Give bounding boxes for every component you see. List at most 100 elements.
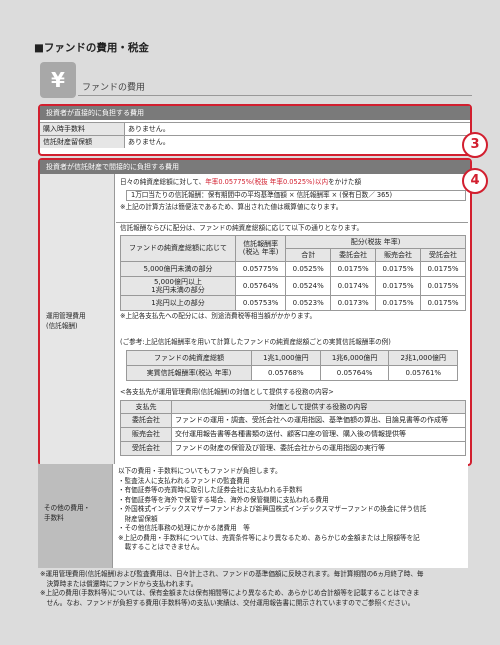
- table-row: 信託財産留保額 ありません。: [40, 135, 470, 148]
- services-block: <各支払先が運用管理費用(信託報酬)の対価として提供する役務の内容> 支払先 対…: [120, 388, 466, 456]
- cell: 0.0175%: [375, 294, 422, 311]
- fee-heading: ファンドの費用: [78, 80, 472, 96]
- direct-row-value: ありません。: [124, 135, 470, 148]
- th-alloc: 配分(税抜 年率): [285, 234, 466, 249]
- cell: 0.05775%: [234, 260, 287, 277]
- note-allocation: 信託報酬ならびに配分は、ファンドの純資産総額に応じて以下の通りとなります。: [120, 224, 364, 232]
- cell: 0.0175%: [420, 260, 466, 277]
- cell: 委託会社: [120, 412, 172, 428]
- fee-rate-red: 年率0.05775%(税抜 年率0.0525%)以内: [205, 178, 329, 186]
- other-fees-label-cell: その他の費用・ 手数料: [38, 464, 113, 568]
- table-row: 実質信託報酬率(税込 年率) 0.05768% 0.05764% 0.05761…: [126, 364, 459, 381]
- direct-cost-frame: 投資者が直接的に負担する費用 購入時手数料 ありません。 信託財産留保額 ありま…: [38, 104, 472, 156]
- other-line: ※上記の費用・手数料については、売買条件等により異なるため、あらかじめ金額または…: [118, 533, 420, 542]
- th-rate: 信託報酬率 (税込 年率): [234, 234, 287, 262]
- divider: [116, 222, 468, 223]
- cell: ファンドの純資産総額: [126, 349, 252, 366]
- footnote-line: ※上記の費用(手数料等)については、保有金額または保有期間等により異なるため、あ…: [40, 589, 420, 597]
- table-row: 購入時手数料 ありません。: [40, 122, 470, 136]
- table-row: 販売会社 交付運用報告書等各種書類の送付、顧客口座の管理、購入後の情報提供等: [120, 426, 466, 442]
- cell: 1兆1,000億円: [251, 349, 321, 366]
- fee-rate-line: 日々の純資産総額に対して、年率0.05775%(税抜 年率0.0525%)以内を…: [120, 178, 466, 188]
- section-title: ■ファンドの費用・税金: [34, 42, 149, 54]
- table-row: 5,000億円未満の部分 0.05775% 0.0525% 0.0175% 0.…: [120, 260, 466, 277]
- indirect-cost-header: 投資者が信託財産で間接的に負担する費用: [40, 160, 470, 174]
- badge-4: 4: [462, 168, 488, 194]
- th-col: 合計: [285, 247, 332, 262]
- cell: 0.0175%: [375, 260, 422, 277]
- cell: 販売会社: [120, 426, 172, 442]
- th-nav: ファンドの純資産総額に応じて: [120, 234, 236, 262]
- footnote-line: せん。なお、ファンドが負担する費用(手数料等)の支払い実績は、交付運用報告書に開…: [40, 598, 415, 607]
- table-row: 委託会社 ファンドの運用・調査、受託会社への運用指図、基準価額の算出、目論見書等…: [120, 412, 466, 428]
- cell: 5,000億円以上 1兆円未満の部分: [120, 275, 236, 296]
- trust-fee-label-cell: 運用管理費用 (信託報酬): [40, 174, 115, 464]
- cell: 受託会社: [120, 440, 172, 456]
- other-line: 載することはできません。: [118, 543, 204, 551]
- other-fees-label: その他の費用・ 手数料: [44, 504, 91, 522]
- direct-row-value: ありません。: [124, 122, 470, 136]
- other-line: ・有価証券等の売買時に取引した証券会社に支払われる手数料: [118, 486, 303, 494]
- reference-table: ファンドの純資産総額 1兆1,000億円 1兆6,000億円 2兆1,000億円…: [126, 349, 459, 381]
- cell: 0.0523%: [285, 294, 332, 311]
- cell: 0.0173%: [330, 294, 377, 311]
- direct-row-label: 信託財産留保額: [40, 135, 125, 148]
- badge-3: 3: [462, 132, 488, 158]
- allocation-block: 信託報酬ならびに配分は、ファンドの純資産総額に応じて以下の通りとなります。 ファ…: [120, 224, 466, 321]
- cell: 0.0175%: [375, 275, 422, 296]
- table-row: 5,000億円以上 1兆円未満の部分 0.05764% 0.0524% 0.01…: [120, 275, 466, 296]
- direct-cost-table: 購入時手数料 ありません。 信託財産留保額 ありません。: [40, 122, 470, 148]
- note-approx: ※上記の計算方法は簡便法であるため、算出された値は概算値になります。: [120, 203, 343, 211]
- cell: 0.0525%: [285, 260, 332, 277]
- cell: 0.0524%: [285, 275, 332, 296]
- th-col: 委託会社: [330, 247, 377, 262]
- footnote-line: 決算時または償還時にファンドから支払われます。: [40, 579, 198, 588]
- services-table: 支払先 対価として提供する役務の内容 委託会社 ファンドの運用・調査、受託会社へ…: [120, 399, 466, 456]
- cell: 0.05753%: [234, 294, 287, 311]
- cell: 0.0175%: [420, 294, 466, 311]
- cell: 0.05768%: [251, 364, 321, 381]
- other-line: ・有価証券等を海外で保管する場合、海外の保管機関に支払われる費用: [118, 495, 329, 504]
- indirect-cost-frame: 投資者が信託財産で間接的に負担する費用 運用管理費用 (信託報酬) 日々の純資産…: [38, 158, 472, 466]
- trust-fee-label: 運用管理費用 (信託報酬): [46, 312, 86, 330]
- footnote-line: ※運用管理費用(信託報酬)および監査費用は、日々計上され、ファンドの基準価額に反…: [40, 570, 424, 578]
- cell: 1兆6,000億円: [319, 349, 390, 366]
- cell: 0.0174%: [330, 275, 377, 296]
- cell: 対価として提供する役務の内容: [171, 399, 466, 414]
- reference-block: (ご参考:上記信託報酬率を用いて計算したファンドの純資産総額ごとの実質信託報酬率…: [120, 338, 466, 381]
- yen-icon: ¥: [40, 62, 76, 98]
- note-tax: ※上記各支払先への配分には、別途消費税等相当額がかかります。: [120, 311, 317, 320]
- table-row: 受託会社 ファンドの財産の保管及び管理、委託会社からの運用指図の実行等: [120, 440, 466, 456]
- cell: ファンドの運用・調査、受託会社への運用指図、基準価額の算出、目論見書等の作成等: [171, 412, 466, 428]
- other-fees-text: 以下の費用・手数料についてもファンドが負担します。 ・監査法人に支払われるファン…: [118, 467, 466, 553]
- th-col: 販売会社: [375, 247, 422, 262]
- direct-cost-header: 投資者が直接的に負担する費用: [40, 106, 470, 120]
- trust-fee-content: 日々の純資産総額に対して、年率0.05775%(税抜 年率0.0525%)以内を…: [120, 178, 466, 213]
- footnotes: ※運用管理費用(信託報酬)および監査費用は、日々計上され、ファンドの基準価額に反…: [40, 570, 480, 608]
- cell: 実質信託報酬率(税込 年率): [126, 364, 252, 381]
- fee-rate-pre: 日々の純資産総額に対して、: [120, 178, 206, 186]
- other-line: ・外国株式インデックスマザーファンドおよび新興国株式インデックスマザーファンドの…: [118, 505, 427, 513]
- cell: 0.0175%: [330, 260, 377, 277]
- cell: 2兆1,000億円: [388, 349, 459, 366]
- note-services: <各支払先が運用管理費用(信託報酬)の対価として提供する役務の内容>: [120, 388, 334, 396]
- th-col: 受託会社: [420, 247, 466, 262]
- fee-formula: 1万口当たりの信託報酬：保有期間中の平均基準価額 × 信託報酬率 × (保有日数…: [126, 189, 466, 201]
- cell: 0.05764%: [234, 275, 287, 296]
- allocation-table: ファンドの純資産総額に応じて 信託報酬率 (税込 年率) 配分(税抜 年率) 合…: [120, 234, 466, 311]
- table-row: ファンドの純資産総額 1兆1,000億円 1兆6,000億円 2兆1,000億円: [126, 349, 459, 366]
- cell: 5,000億円未満の部分: [120, 260, 236, 277]
- other-line: 以下の費用・手数料についてもファンドが負担します。: [118, 467, 282, 475]
- table-row: 支払先 対価として提供する役務の内容: [120, 399, 466, 414]
- other-line: 財産留保額: [118, 514, 158, 523]
- table-row: ファンドの純資産総額に応じて 信託報酬率 (税込 年率) 配分(税抜 年率): [120, 234, 466, 262]
- cell: 0.0175%: [420, 275, 466, 296]
- cell: 1兆円以上の部分: [120, 294, 236, 311]
- cell: 支払先: [120, 399, 172, 414]
- table-row: 1兆円以上の部分 0.05753% 0.0523% 0.0173% 0.0175…: [120, 294, 466, 311]
- cell: 0.05764%: [319, 364, 390, 381]
- fee-rate-post: をかけた額: [328, 178, 362, 186]
- cell: 0.05761%: [388, 364, 459, 381]
- other-fees-block: その他の費用・ 手数料 以下の費用・手数料についてもファンドが負担します。 ・監…: [38, 464, 468, 568]
- cell: ファンドの財産の保管及び管理、委託会社からの運用指図の実行等: [171, 440, 466, 456]
